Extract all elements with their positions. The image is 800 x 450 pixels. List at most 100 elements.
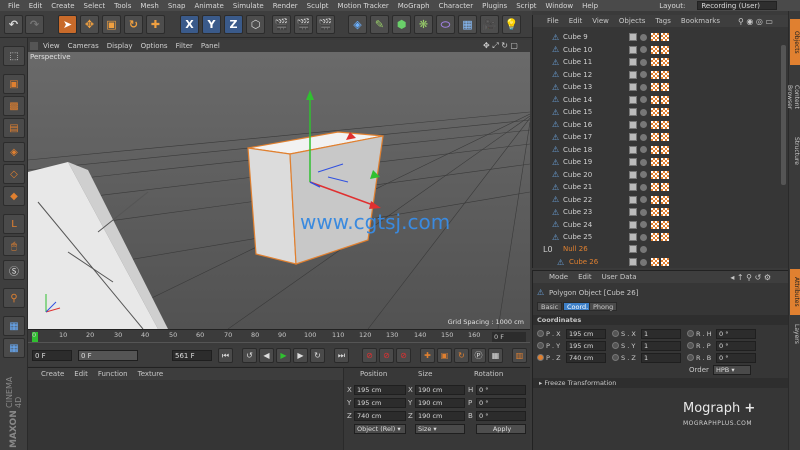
texture-tag-icon[interactable]	[661, 195, 669, 204]
texture-tag-icon[interactable]	[661, 158, 669, 167]
next-frame-icon[interactable]: ▶	[293, 348, 308, 363]
coord-mode-dropdown[interactable]: Object (Rel) ▾	[354, 424, 406, 434]
record-icon[interactable]: ⊘	[362, 348, 377, 363]
mat-menu-function[interactable]: Function	[98, 370, 128, 378]
render-dot[interactable]	[640, 245, 647, 253]
render-dot[interactable]	[640, 58, 647, 66]
render-dot[interactable]	[640, 71, 647, 79]
material-tag-icon[interactable]	[651, 95, 659, 104]
material-tag-icon[interactable]	[651, 133, 659, 142]
keyframe-selection-icon[interactable]: ⊘	[396, 348, 411, 363]
points-mode-icon[interactable]: ◈	[3, 142, 25, 162]
redo-icon[interactable]: ↷	[25, 15, 44, 34]
key-pla-icon[interactable]: ▦	[488, 348, 503, 363]
texture-tag-icon[interactable]	[661, 70, 669, 79]
current-frame-field[interactable]: 0 F	[78, 350, 138, 361]
side-tab-content-browser[interactable]: Content Browser	[786, 69, 800, 125]
x-axis-icon[interactable]: X	[180, 15, 199, 34]
render-dot[interactable]	[640, 108, 647, 116]
coordinate-system-icon[interactable]: ⬡	[246, 15, 265, 34]
visibility-check[interactable]	[629, 58, 637, 67]
key-position-icon[interactable]: ✚	[420, 348, 435, 363]
make-editable-icon[interactable]: ⬚	[3, 46, 25, 66]
vp-menu-display[interactable]: Display	[107, 42, 133, 50]
side-tab-attributes[interactable]: Attributes	[790, 269, 800, 315]
material-tag-icon[interactable]	[651, 220, 659, 229]
material-tag-icon[interactable]	[651, 233, 659, 242]
render-dot[interactable]	[640, 258, 647, 266]
vp-menu-panel[interactable]: Panel	[201, 42, 220, 50]
menu-simulate[interactable]: Simulate	[233, 2, 264, 10]
tree-row[interactable]: ⚠ Cube 11	[533, 56, 789, 69]
tree-row[interactable]: ⚠ Cube 15	[533, 106, 789, 119]
param-py-field[interactable]: 195 cm	[566, 340, 606, 351]
tab-phong[interactable]: Phong	[589, 302, 618, 311]
side-tab-objects[interactable]: Objects	[790, 19, 800, 65]
texture-tag-icon[interactable]	[661, 95, 669, 104]
texture-tag-icon[interactable]	[661, 108, 669, 117]
render-dot[interactable]	[640, 183, 647, 191]
menu-plugins[interactable]: Plugins	[482, 2, 507, 10]
obj-menu-edit[interactable]: Edit	[569, 17, 583, 25]
coord-pos-x-field[interactable]: 195 cm	[354, 385, 406, 395]
anim-dot[interactable]	[687, 354, 694, 361]
material-tag-icon[interactable]	[651, 33, 659, 42]
side-tab-structure[interactable]: Structure	[790, 129, 800, 173]
go-to-end-icon[interactable]: ⏭	[334, 348, 349, 363]
tree-row[interactable]: ⚠ Cube 18	[533, 144, 789, 157]
texture-tag-icon[interactable]	[661, 208, 669, 217]
polygons-mode-icon[interactable]: ◆	[3, 186, 25, 206]
key-param-icon[interactable]: Ⓟ	[471, 348, 486, 363]
model-mode-icon[interactable]: ▣	[3, 74, 25, 94]
texture-tag-icon[interactable]	[661, 183, 669, 192]
menu-character[interactable]: Character	[439, 2, 474, 10]
end-frame-field[interactable]: 561 F	[172, 350, 212, 361]
anim-dot[interactable]	[537, 342, 544, 349]
tree-row[interactable]: ⚠ Cube 20	[533, 169, 789, 182]
tree-row[interactable]: ⚠ Cube 17	[533, 131, 789, 144]
render-view-icon[interactable]: 🎬	[272, 15, 291, 34]
visibility-check[interactable]	[629, 258, 637, 267]
menu-snap[interactable]: Snap	[168, 2, 186, 10]
texture-tag-icon[interactable]	[661, 133, 669, 142]
visibility-check[interactable]	[629, 183, 637, 192]
param-rb-field[interactable]: 0 °	[716, 352, 756, 363]
texture-tag-icon[interactable]	[661, 33, 669, 42]
visibility-check[interactable]	[629, 70, 637, 79]
visibility-check[interactable]	[629, 195, 637, 204]
obj-search-icons[interactable]: ⚲ ◉ ◎ ▭	[738, 17, 773, 26]
apply-button[interactable]: Apply	[476, 424, 526, 434]
previous-frame-icon[interactable]: ◀	[259, 348, 274, 363]
tab-basic[interactable]: Basic	[537, 302, 563, 311]
render-picture-viewer-icon[interactable]: 🎬	[294, 15, 313, 34]
move-icon[interactable]: ✥	[80, 15, 99, 34]
tree-row[interactable]: ⚠ Cube 10	[533, 44, 789, 57]
planar-workplane-icon[interactable]: ▦	[3, 338, 25, 358]
anim-dot[interactable]	[612, 354, 619, 361]
coord-size-x-field[interactable]: 190 cm	[415, 385, 465, 395]
render-dot[interactable]	[640, 196, 647, 204]
scale-icon[interactable]: ▣	[102, 15, 121, 34]
tree-row[interactable]: ⚠ Cube 25	[533, 231, 789, 244]
menu-select[interactable]: Select	[84, 2, 106, 10]
viewport-perspective[interactable]: Perspective www.cgtsj.com Grid Spacing :…	[28, 52, 530, 329]
visibility-check[interactable]	[629, 133, 637, 142]
texture-tag-icon[interactable]	[661, 258, 669, 267]
render-dot[interactable]	[640, 33, 647, 41]
tree-row[interactable]: ⚠ Cube 9	[533, 31, 789, 44]
coord-size-mode-dropdown[interactable]: Size ▾	[415, 424, 465, 434]
visibility-check[interactable]	[629, 220, 637, 229]
go-to-start-icon[interactable]: ⏮	[218, 348, 233, 363]
material-tag-icon[interactable]	[651, 158, 659, 167]
mat-menu-create[interactable]: Create	[41, 370, 64, 378]
vp-menu-cameras[interactable]: Cameras	[68, 42, 99, 50]
z-axis-icon[interactable]: Z	[224, 15, 243, 34]
render-dot[interactable]	[640, 208, 647, 216]
visibility-check[interactable]	[629, 45, 637, 54]
timeline-ruler[interactable]: 0 10 20 30 40 50 60 70 80 90 100 110 120…	[28, 329, 530, 346]
key-rotation-icon[interactable]: ↻	[454, 348, 469, 363]
tree-row[interactable]: ⚠ Cube 21	[533, 181, 789, 194]
menu-motion-tracker[interactable]: Motion Tracker	[338, 2, 389, 10]
render-dot[interactable]	[640, 46, 647, 54]
anim-dot[interactable]	[537, 354, 544, 361]
